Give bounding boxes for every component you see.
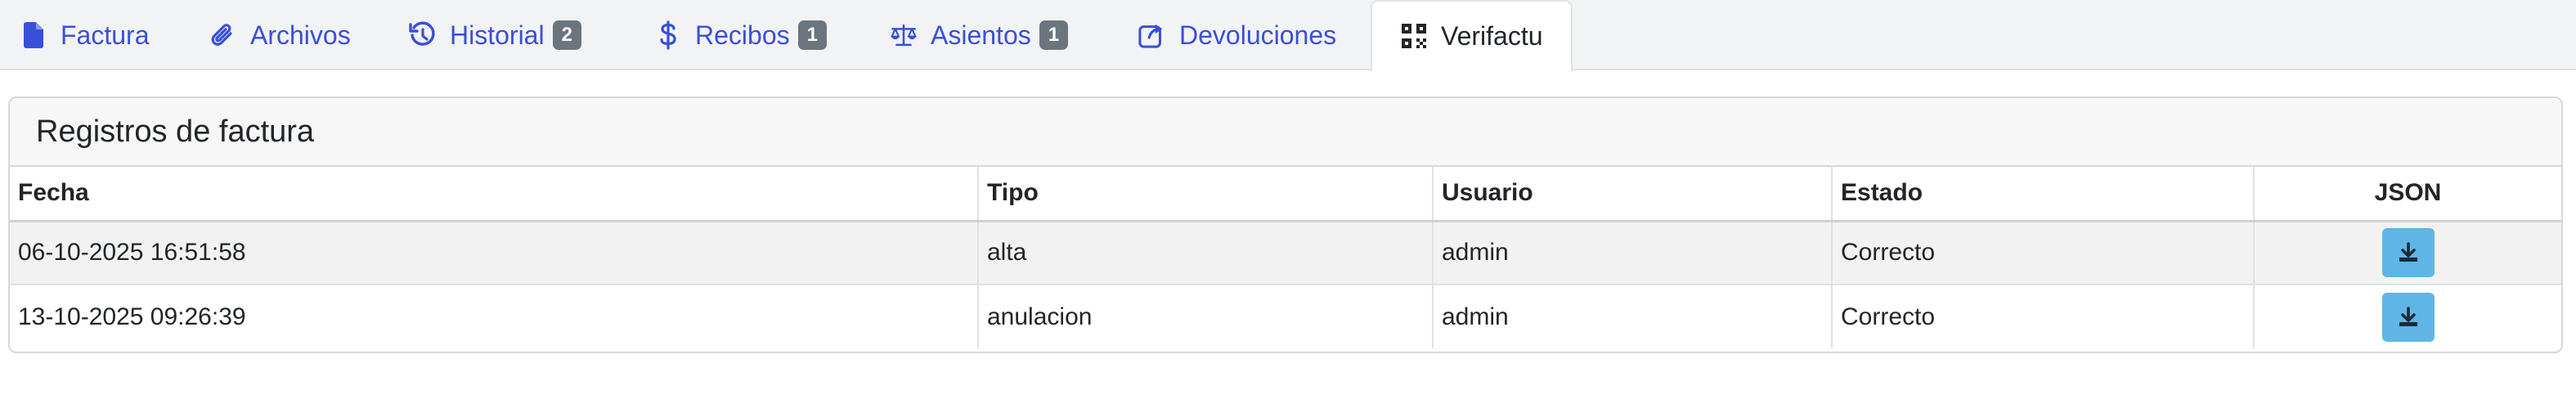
cell-tipo: alta — [977, 221, 1434, 285]
tab-label: Verifactu — [1441, 20, 1543, 51]
tab-label: Archivos — [250, 20, 351, 50]
cell-estado: Correcto — [1831, 284, 2255, 348]
tab-label: Factura — [61, 20, 150, 50]
cell-fecha: 13-10-2025 09:26:39 — [10, 284, 979, 348]
tab-historial[interactable]: Historial 2 — [409, 0, 581, 70]
qrcode-icon — [1400, 20, 1428, 52]
cell-usuario: admin — [1432, 284, 1833, 348]
cell-estado: Correcto — [1831, 221, 2255, 285]
tab-verifactu[interactable]: Verifactu — [1371, 0, 1573, 72]
table-header-row: Fecha Tipo Usuario Estado JSON — [10, 167, 2561, 222]
tab-factura[interactable]: Factura — [20, 0, 149, 70]
invoice-records-card: Registros de factura Fecha Tipo Usuario … — [8, 96, 2563, 353]
download-icon — [2399, 306, 2417, 326]
download-json-button[interactable] — [2381, 228, 2435, 278]
tabs-bar: Factura Archivos Historial 2 Recibos 1 A… — [0, 0, 2576, 72]
tab-label: Historial — [450, 20, 545, 50]
card-title: Registros de factura — [10, 98, 2561, 167]
historial-count-badge: 2 — [552, 20, 581, 50]
tab-archivos[interactable]: Archivos — [209, 0, 351, 70]
dollar-icon — [654, 19, 682, 52]
table-row: 06-10-2025 16:51:58 alta admin Correcto — [10, 221, 2561, 285]
cell-usuario: admin — [1432, 221, 1833, 285]
tab-recibos[interactable]: Recibos 1 — [654, 0, 827, 70]
download-icon — [2399, 242, 2417, 262]
asientos-count-badge: 1 — [1039, 20, 1069, 50]
records-table: Fecha Tipo Usuario Estado JSON 06-10-202… — [10, 167, 2561, 348]
history-icon — [409, 19, 437, 52]
tab-devoluciones[interactable]: Devoluciones — [1138, 0, 1336, 70]
cell-fecha: 06-10-2025 16:51:58 — [10, 221, 979, 285]
column-header-json: JSON — [2253, 167, 2561, 222]
column-header-usuario: Usuario — [1432, 167, 1833, 222]
tab-label: Asientos — [931, 20, 1031, 50]
column-header-estado: Estado — [1831, 167, 2255, 222]
tab-label: Recibos — [695, 20, 790, 50]
download-json-button[interactable] — [2381, 292, 2435, 342]
recibos-count-badge: 1 — [797, 20, 827, 50]
file-icon — [20, 19, 47, 52]
table-row: 13-10-2025 09:26:39 anulacion admin Corr… — [10, 284, 2561, 348]
column-header-tipo: Tipo — [977, 167, 1434, 222]
column-header-fecha: Fecha — [10, 167, 979, 222]
cell-json — [2253, 221, 2561, 285]
cell-tipo: anulacion — [977, 284, 1434, 348]
paperclip-icon — [209, 19, 237, 52]
tab-asientos[interactable]: Asientos 1 — [890, 0, 1069, 70]
tab-label: Devoluciones — [1179, 20, 1337, 50]
cell-json — [2253, 284, 2561, 348]
balance-scale-icon — [890, 19, 918, 52]
share-icon — [1138, 19, 1166, 52]
